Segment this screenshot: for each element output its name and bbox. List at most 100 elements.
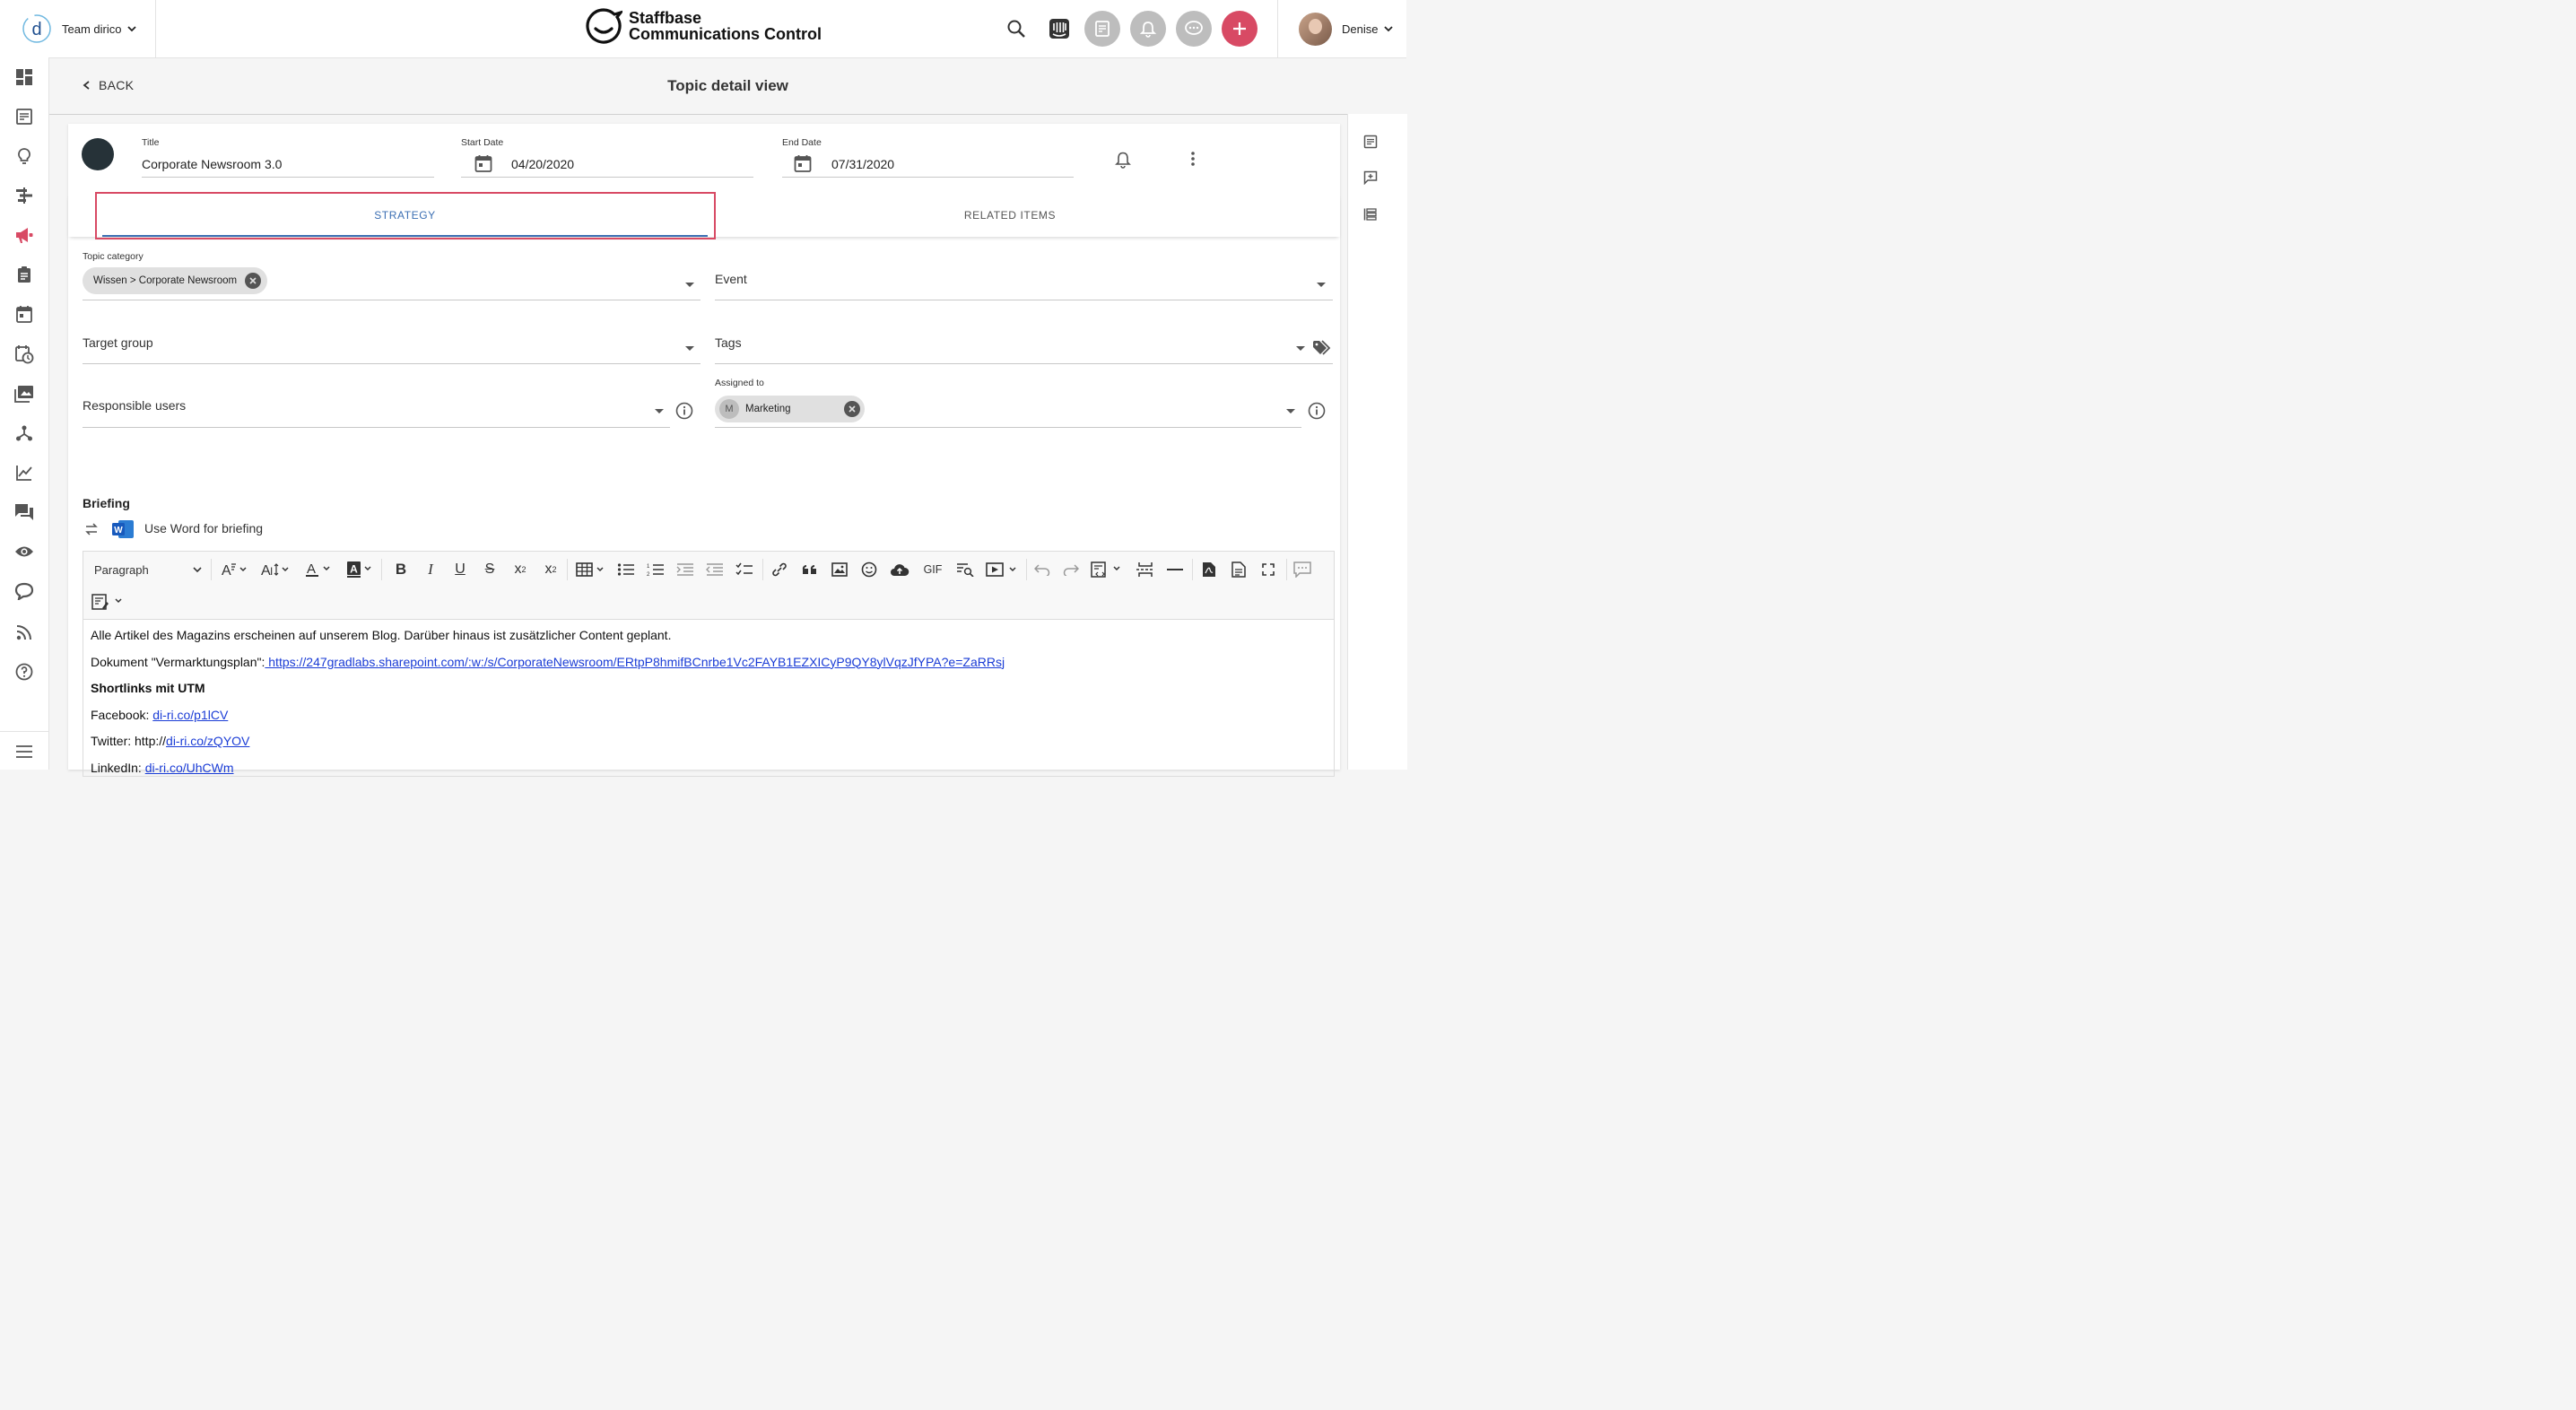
more-vertical-icon[interactable]: [1190, 151, 1196, 167]
redo-icon[interactable]: [1061, 561, 1081, 579]
dropdown-arrow-icon[interactable]: [685, 283, 694, 287]
comments-icon[interactable]: [1292, 561, 1312, 579]
track-changes-icon[interactable]: [91, 593, 126, 611]
strikethrough-icon[interactable]: S: [481, 561, 499, 579]
user-menu[interactable]: Denise: [1277, 0, 1407, 57]
highlight-color-icon[interactable]: A: [347, 561, 374, 579]
calendar-icon[interactable]: [474, 154, 492, 172]
notes-icon[interactable]: [1362, 134, 1379, 150]
upload-icon[interactable]: [889, 561, 910, 579]
info-icon[interactable]: [675, 402, 693, 420]
assigned-chip[interactable]: M Marketing: [715, 396, 865, 422]
tab-related-items[interactable]: RELATED ITEMS: [708, 194, 1312, 237]
swap-icon[interactable]: [85, 523, 98, 535]
active-tab-indicator: [102, 235, 708, 237]
messages-button[interactable]: [1176, 11, 1212, 47]
underline-icon[interactable]: U: [451, 561, 469, 579]
bold-icon[interactable]: B: [392, 561, 410, 579]
checklist-icon[interactable]: [735, 561, 754, 579]
text-color-icon[interactable]: A: [306, 561, 333, 579]
emoji-icon[interactable]: [859, 561, 879, 579]
dropdown-arrow-icon[interactable]: [1317, 283, 1326, 287]
analytics-icon[interactable]: [14, 463, 34, 483]
font-size-icon[interactable]: AI: [260, 561, 291, 579]
use-word-label[interactable]: Use Word for briefing: [144, 521, 263, 535]
italic-icon[interactable]: I: [422, 561, 439, 579]
bullet-list-icon[interactable]: [616, 561, 636, 579]
remove-chip-button[interactable]: [245, 273, 262, 289]
tags-select[interactable]: Tags: [715, 335, 742, 350]
bell-icon[interactable]: [1114, 151, 1132, 169]
briefing-text: LinkedIn:: [91, 760, 145, 775]
dropdown-arrow-icon[interactable]: [685, 346, 694, 351]
media-library-icon[interactable]: [14, 384, 34, 404]
tasks-button[interactable]: [1084, 11, 1120, 47]
page-break-icon[interactable]: [1136, 561, 1155, 579]
end-date-input[interactable]: 07/31/2020: [831, 157, 894, 171]
quote-icon[interactable]: [800, 561, 820, 579]
notifications-button[interactable]: [1130, 11, 1166, 47]
event-select[interactable]: Event: [715, 272, 747, 286]
media-embed-icon[interactable]: [985, 561, 1021, 579]
gantt-icon[interactable]: [14, 186, 34, 205]
dropdown-arrow-icon[interactable]: [655, 409, 664, 413]
list-view-icon[interactable]: [1362, 206, 1379, 222]
numbered-list-icon[interactable]: 12: [646, 561, 666, 579]
topic-category-chip[interactable]: Wissen > Corporate Newsroom: [83, 267, 268, 294]
team-switcher[interactable]: d Team dirico: [0, 0, 156, 57]
info-icon[interactable]: [1308, 402, 1326, 420]
outdent-icon[interactable]: [705, 561, 725, 579]
idea-lightbulb-icon[interactable]: [14, 146, 34, 166]
fullscreen-icon[interactable]: [1258, 561, 1278, 579]
tab-strategy[interactable]: STRATEGY: [102, 194, 708, 237]
remove-chip-button[interactable]: [844, 401, 860, 417]
topic-color-dot[interactable]: [82, 138, 114, 170]
dropdown-arrow-icon[interactable]: [1286, 409, 1295, 413]
paragraph-select[interactable]: Paragraph: [94, 561, 202, 579]
start-date-input[interactable]: 04/20/2020: [511, 157, 574, 171]
comment-add-icon[interactable]: [1362, 170, 1379, 186]
dashboard-icon[interactable]: [14, 67, 34, 87]
undo-icon[interactable]: [1032, 561, 1052, 579]
content-list-icon[interactable]: [14, 107, 34, 126]
editor-content[interactable]: Alle Artikel des Magazins erscheinen auf…: [91, 627, 1328, 786]
subscript-icon[interactable]: x2: [510, 561, 530, 579]
find-replace-icon[interactable]: [955, 561, 975, 579]
dropdown-arrow-icon[interactable]: [1296, 346, 1305, 351]
help-icon[interactable]: [14, 662, 34, 682]
link-icon[interactable]: [770, 561, 789, 579]
vermarktungsplan-link[interactable]: https://247gradlabs.sharepoint.com/:w:/s…: [265, 655, 1005, 669]
chevron-down-icon: [127, 26, 137, 32]
create-button[interactable]: [1222, 11, 1258, 47]
horizontal-line-icon[interactable]: [1165, 561, 1185, 579]
gif-button[interactable]: GIF: [921, 561, 944, 579]
superscript-icon[interactable]: x2: [541, 561, 561, 579]
network-icon[interactable]: [14, 423, 34, 443]
clipboard-icon[interactable]: [14, 265, 34, 284]
tags-icon[interactable]: [1312, 340, 1332, 356]
responsible-users-select[interactable]: Responsible users: [83, 398, 186, 413]
export-pdf-icon[interactable]: [1199, 561, 1219, 579]
facebook-link[interactable]: di-ri.co/p1lCV: [152, 708, 228, 722]
image-icon[interactable]: [830, 561, 849, 579]
title-input[interactable]: Corporate Newsroom 3.0: [142, 157, 282, 171]
export-word-icon[interactable]: [1229, 561, 1249, 579]
indent-icon[interactable]: [675, 561, 695, 579]
source-code-icon[interactable]: [1090, 561, 1126, 579]
calendar-icon[interactable]: [794, 154, 812, 172]
message-bubble-icon[interactable]: [14, 581, 34, 601]
visibility-eye-icon[interactable]: [14, 542, 34, 561]
calendar-icon[interactable]: [14, 304, 34, 324]
chat-icon[interactable]: [14, 502, 34, 522]
schedule-icon[interactable]: [14, 344, 34, 364]
rss-feed-icon[interactable]: [14, 622, 34, 642]
megaphone-icon[interactable]: [14, 225, 34, 245]
search-icon[interactable]: [1001, 13, 1031, 44]
intercom-icon[interactable]: [1044, 13, 1075, 44]
font-family-icon[interactable]: A: [220, 561, 250, 579]
menu-icon[interactable]: [14, 742, 34, 762]
table-icon[interactable]: [575, 561, 607, 579]
target-group-select[interactable]: Target group: [83, 335, 153, 350]
linkedin-link[interactable]: di-ri.co/UhCWm: [145, 761, 234, 775]
twitter-link[interactable]: di-ri.co/zQYOV: [166, 734, 249, 748]
